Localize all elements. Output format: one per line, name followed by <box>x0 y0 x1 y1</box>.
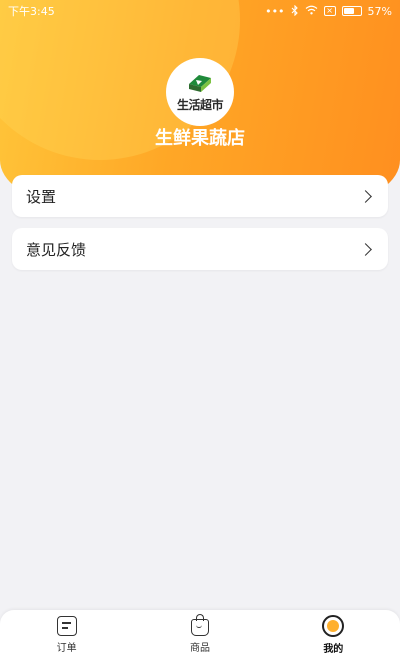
status-bar: 下午3:45 ••• × 57% <box>0 0 400 22</box>
tab-label: 订单 <box>56 643 77 654</box>
menu-item-label: 设置 <box>26 187 57 206</box>
menu-item-settings[interactable]: 设置 <box>12 175 388 217</box>
tab-products[interactable]: 商品 <box>133 610 266 660</box>
logo-text: 生活超市 <box>176 97 224 112</box>
tab-label: 商品 <box>189 643 210 654</box>
sim-card-icon: × <box>323 6 336 16</box>
menu-item-label: 意见反馈 <box>26 240 87 259</box>
store-logo: 生活超市 <box>166 58 234 126</box>
tab-profile[interactable]: 我的 <box>267 610 400 660</box>
status-icons: ••• × 57% <box>265 4 392 18</box>
status-time: 下午3:45 <box>8 5 55 18</box>
tab-orders[interactable]: 订单 <box>0 610 133 660</box>
profile-icon <box>322 615 345 637</box>
battery-icon <box>341 6 362 16</box>
store-name: 生鲜果蔬店 <box>155 128 245 149</box>
bag-icon <box>190 614 209 636</box>
order-icon <box>56 616 77 636</box>
tab-label: 我的 <box>323 644 344 655</box>
chevron-right-icon <box>359 242 372 256</box>
leaf-logo-icon <box>189 74 211 92</box>
bluetooth-icon <box>291 4 299 18</box>
menu-item-feedback[interactable]: 意见反馈 <box>12 228 388 270</box>
bottom-tab-bar: 订单 商品 我的 <box>0 610 400 660</box>
chevron-right-icon <box>359 189 372 203</box>
more-dots-icon: ••• <box>265 4 285 18</box>
battery-percent: 57% <box>367 4 392 18</box>
wifi-icon <box>305 5 318 17</box>
